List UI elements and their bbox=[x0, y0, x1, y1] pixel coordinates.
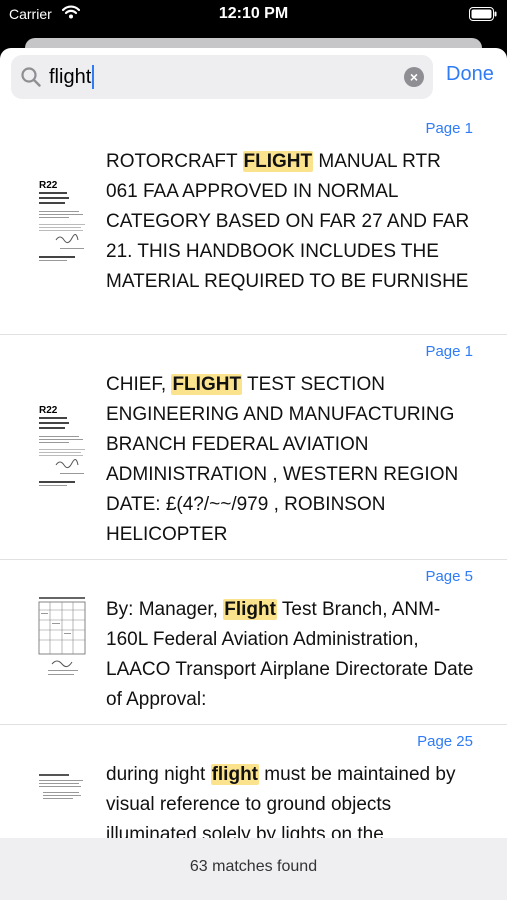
list-item[interactable]: Page 5 By: Manager, Flight Test Branch, … bbox=[0, 560, 507, 725]
search-field[interactable]: flight × bbox=[11, 55, 433, 99]
results-footer: 63 matches found bbox=[0, 838, 507, 900]
search-results-list: Page 1 R22 ROTORCRAFT FLIGHT MANUAL RTR … bbox=[0, 112, 507, 838]
page-thumbnail bbox=[38, 773, 88, 838]
match-highlight: FLIGHT bbox=[171, 374, 243, 395]
result-snippet: during night flight must be maintained b… bbox=[106, 760, 477, 838]
search-icon bbox=[21, 67, 41, 92]
snippet-suffix: TEST SECTION ENGINEERING AND MANUFACTURI… bbox=[106, 374, 459, 545]
page-number: Page 1 bbox=[425, 120, 473, 137]
snippet-prefix: during night bbox=[106, 764, 211, 785]
thumb-title: R22 bbox=[39, 405, 58, 416]
done-button[interactable]: Done bbox=[446, 63, 494, 86]
page-thumbnail: R22 bbox=[38, 403, 88, 493]
snippet-prefix: By: Manager, bbox=[106, 599, 224, 620]
list-item[interactable]: Page 25 during night flight must be main… bbox=[0, 725, 507, 838]
thumb-title: R22 bbox=[39, 180, 58, 191]
result-snippet: CHIEF, FLIGHT TEST SECTION ENGINEERING A… bbox=[106, 370, 477, 550]
search-query: flight bbox=[49, 66, 92, 88]
clear-search-icon[interactable]: × bbox=[404, 67, 424, 87]
match-highlight: Flight bbox=[223, 599, 277, 620]
result-snippet: By: Manager, Flight Test Branch, ANM-160… bbox=[106, 595, 477, 715]
page-thumbnail bbox=[38, 596, 88, 686]
page-thumbnail: R22 bbox=[38, 178, 88, 268]
match-highlight: FLIGHT bbox=[242, 151, 314, 172]
list-item[interactable]: Page 1 R22 bbox=[0, 112, 507, 335]
battery-icon bbox=[469, 7, 497, 26]
text-caret bbox=[92, 65, 95, 89]
search-sheet: flight × Done Page 1 R22 ROTORCRAFT FLIG… bbox=[0, 48, 507, 900]
snippet-prefix: CHIEF, bbox=[106, 374, 172, 395]
page-number: Page 5 bbox=[425, 568, 473, 585]
status-time: 12:10 PM bbox=[218, 5, 289, 22]
match-highlight: flight bbox=[210, 764, 260, 785]
match-count: 63 matches found bbox=[189, 858, 318, 875]
search-input[interactable]: flight bbox=[49, 65, 95, 89]
snippet-suffix: MANUAL RTR 061 FAA APPROVED IN NORMAL CA… bbox=[106, 151, 470, 292]
page-number: Page 1 bbox=[425, 343, 473, 360]
result-snippet: ROTORCRAFT FLIGHT MANUAL RTR 061 FAA APP… bbox=[106, 147, 477, 297]
list-item[interactable]: Page 1 R22 bbox=[0, 335, 507, 560]
snippet-prefix: ROTORCRAFT bbox=[106, 151, 243, 172]
page-number: Page 25 bbox=[417, 733, 473, 750]
status-bar: Carrier 12:10 PM bbox=[0, 0, 507, 34]
